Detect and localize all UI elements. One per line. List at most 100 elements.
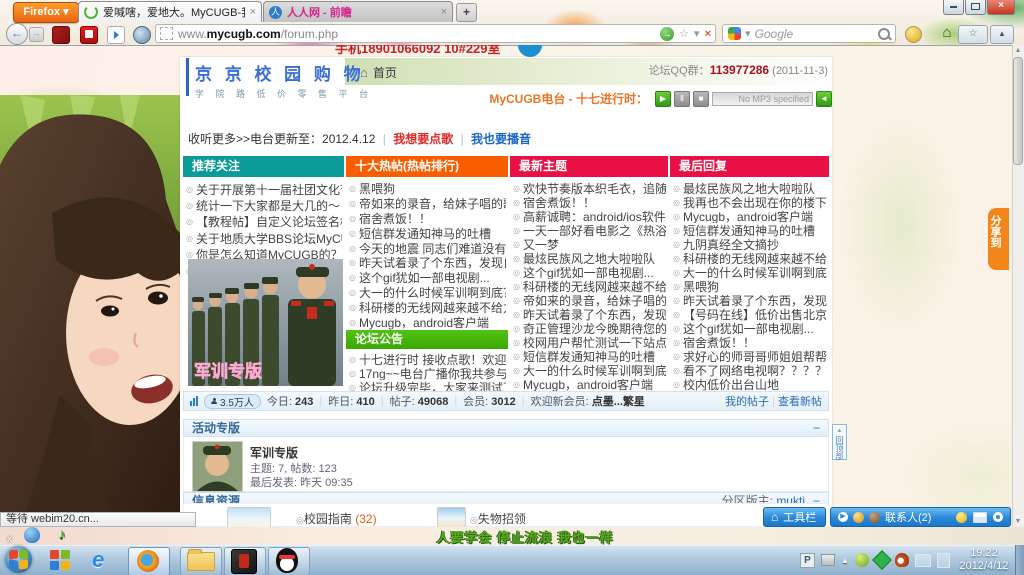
topic-link[interactable]: ◎Mycugb，android客户端	[513, 378, 666, 392]
forward-button[interactable]: →	[29, 27, 44, 42]
scroll-up-arrow[interactable]: ▲	[1013, 45, 1023, 56]
view-new-posts-link[interactable]: 查看新帖	[778, 396, 822, 408]
topic-link[interactable]: ◎宿舍煮饭！！	[349, 211, 506, 226]
topic-link[interactable]: ◎Mycugb，android客户端	[349, 315, 506, 330]
topic-link[interactable]: ◎看不了网络电视啊？？？？》	[673, 364, 827, 378]
subforum-link-lostfound[interactable]: ◎失物招领	[470, 510, 526, 527]
topic-link[interactable]: ◎科研楼的无线网越来越不给力了，一会	[673, 251, 827, 265]
topic-link[interactable]: ◎昨天试着录了个东西，发现自己的声音	[513, 307, 666, 321]
topic-link[interactable]: ◎短信群发通知神马的吐槽	[349, 226, 506, 241]
url-text[interactable]: www.mycugb.com/forum.php	[178, 27, 655, 41]
topic-link[interactable]: ◎校内低价出台山地	[673, 378, 827, 392]
topic-link[interactable]: ◎昨天试着录了个东西，发现自己的声音	[673, 293, 827, 307]
site-logo[interactable]: 京 京 校 园 购 物 学 院 路 低 价 零 售 平 台	[186, 58, 346, 96]
tab-close-icon[interactable]: ×	[441, 6, 447, 18]
topic-link[interactable]: ◎这个gif犹如一部电视剧...	[349, 270, 506, 285]
topic-link[interactable]: ◎今天的地震 同志们难道没有感觉到震	[349, 241, 506, 256]
maximize-button[interactable]	[965, 0, 986, 15]
back-button[interactable]: ←	[6, 23, 28, 45]
address-bar[interactable]: www.mycugb.com/forum.php → ☆ ▾ ×	[155, 24, 716, 43]
tray-show-hidden-icon[interactable]: ▲	[841, 556, 849, 565]
back-to-top-widget[interactable]: ▲ 回顶部	[832, 424, 847, 460]
military-training-image[interactable]: 军训专版	[188, 259, 343, 386]
tab-renren[interactable]: 人 人人网 - 前瞻 ×	[263, 1, 453, 22]
new-tab-button[interactable]: +	[456, 3, 477, 22]
topic-link[interactable]: ◎大一的什么时候军训啊到底？我们闭幕	[513, 364, 666, 378]
qq-penguin-icon[interactable]	[276, 548, 298, 573]
folder-icon[interactable]	[187, 552, 215, 571]
forum-avatar[interactable]	[192, 441, 243, 492]
scrollbar-thumb[interactable]	[1013, 57, 1023, 165]
topic-link[interactable]: ◎帝如来的录音，给妹子唱的歌	[513, 293, 666, 307]
topic-link[interactable]: ◎我再也不会出现在你的楼下，边照镜子	[673, 195, 827, 209]
addon-page-icon[interactable]	[107, 26, 125, 44]
broadcast-link[interactable]: 我也要播音	[471, 132, 531, 146]
topic-link[interactable]: ◎一天一部好看电影之《热浴盆时光机》	[513, 223, 666, 237]
topic-link[interactable]: ◎统计一下大家都是大几的～	[186, 197, 342, 213]
search-icon[interactable]	[878, 28, 890, 40]
nav-home-link[interactable]: ⌂ 首页	[360, 64, 397, 81]
mp3-progress-bar[interactable]: No MP3 specified	[712, 92, 813, 106]
show-desktop-button[interactable]	[1015, 545, 1024, 575]
topic-link[interactable]: ◎帝如来的录音，给妹子唱的歌	[349, 196, 506, 211]
tray-clipboard-icon[interactable]	[937, 553, 950, 568]
subforum-link[interactable]: 军训专版	[250, 444, 298, 461]
settings-icon[interactable]	[993, 512, 1003, 522]
taskbar-app-grid-icon[interactable]	[50, 550, 70, 570]
section-header-activity[interactable]: 活动专版 −	[183, 419, 829, 437]
topic-link[interactable]: ◎科研楼的无线网越来越不给力了，一会	[513, 279, 666, 293]
topic-link[interactable]: ◎最炫民族风之地大啦啦队	[513, 251, 666, 265]
close-button[interactable]: ×	[987, 0, 1015, 15]
topic-link[interactable]: ◎【号码在线】低价出售北京1880100段	[673, 307, 827, 321]
desktop-icon-music[interactable]: ♪	[58, 526, 66, 543]
request-song-link[interactable]: 我想要点歌	[393, 132, 453, 146]
firefox-menu-button[interactable]: Firefox ▾	[13, 2, 79, 23]
google-logo-icon[interactable]	[728, 27, 741, 40]
collapse-icon[interactable]: −	[813, 420, 820, 436]
desktop-icon-messenger[interactable]	[24, 527, 40, 543]
tray-network-icon[interactable]	[915, 554, 931, 567]
topic-link[interactable]: ◎Mycugb，android客户端	[673, 209, 827, 223]
subforum-icon-guide[interactable]	[227, 507, 271, 528]
topic-link[interactable]: ◎关于地质大学BBS论坛MyCUGB的重要声	[186, 230, 342, 246]
url-dropdown-icon[interactable]: ▾	[694, 27, 700, 40]
topic-link[interactable]: ◎最炫民族风之地大啦啦队	[673, 181, 827, 195]
addon-smiley-icon[interactable]	[905, 26, 922, 43]
go-button[interactable]: →	[660, 27, 674, 41]
announcement-link[interactable]: ◎17ng~~电台广播你我共参与~	[349, 366, 506, 380]
tray-qq-icon[interactable]	[895, 553, 909, 567]
topic-link[interactable]: ◎宿舍煮饭！！	[673, 336, 827, 350]
play-button[interactable]: ▶	[655, 91, 671, 107]
taskbar-ie-icon[interactable]: e	[92, 547, 104, 573]
topic-link[interactable]: ◎这个gif犹如一部电视剧...	[673, 321, 827, 335]
minimize-button[interactable]	[943, 0, 964, 15]
topic-link[interactable]: ◎大一的什么时候军训啊到底？我们闭幕	[349, 285, 506, 300]
subforum-link-guide[interactable]: ◎校园指南 (32)	[296, 510, 377, 527]
bookmark-star-icon[interactable]: ☆	[679, 27, 689, 40]
pause-button[interactable]: Ⅱ	[674, 91, 690, 107]
bookmarks-button[interactable]: ☆	[958, 25, 988, 44]
topic-link[interactable]: ◎短信群发通知神马的吐槽	[673, 223, 827, 237]
subforum-last-post[interactable]: 最后发表: 昨天 09:35	[250, 474, 353, 490]
game-icon[interactable]	[231, 549, 257, 574]
mail-icon[interactable]	[973, 512, 987, 523]
topic-link[interactable]: ◎又一梦	[513, 237, 666, 251]
tray-green-ball-icon[interactable]	[855, 553, 869, 567]
speaker-button[interactable]: ◄	[816, 91, 832, 107]
start-button[interactable]	[5, 546, 32, 573]
topic-link[interactable]: ◎短信群发通知神马的吐槽	[513, 350, 666, 364]
smiley-icon[interactable]	[956, 512, 967, 523]
topic-link[interactable]: ◎昨天试着录了个东西，发现自己的声音	[349, 255, 506, 270]
topic-link[interactable]: ◎求好心的师哥哥师姐姐帮帮我，行管的	[673, 350, 827, 364]
tray-diamond-icon[interactable]	[872, 550, 892, 570]
topic-link[interactable]: ◎欢快节奏版本织毛衣，追随李佳胖和费	[513, 181, 666, 195]
addon-book-icon[interactable]	[52, 26, 70, 44]
search-bar[interactable]: ▾ Google	[722, 24, 896, 43]
topic-link[interactable]: ◎科研楼的无线网越来越不给力了，一会	[349, 300, 506, 315]
topic-link[interactable]: ◎这个gif犹如一部电视剧...	[513, 265, 666, 279]
chart-icon[interactable]	[190, 396, 198, 406]
search-placeholder[interactable]: Google	[755, 27, 874, 41]
tab-mycugb[interactable]: 爱喊嗐，爱地大。MyCUGB-我的地... ×	[78, 1, 262, 22]
topic-link[interactable]: ◎校网用户帮忙测试一下站点	[513, 336, 666, 350]
contacts-toolbar[interactable]: ▶ 联系人(2)	[830, 507, 1011, 527]
